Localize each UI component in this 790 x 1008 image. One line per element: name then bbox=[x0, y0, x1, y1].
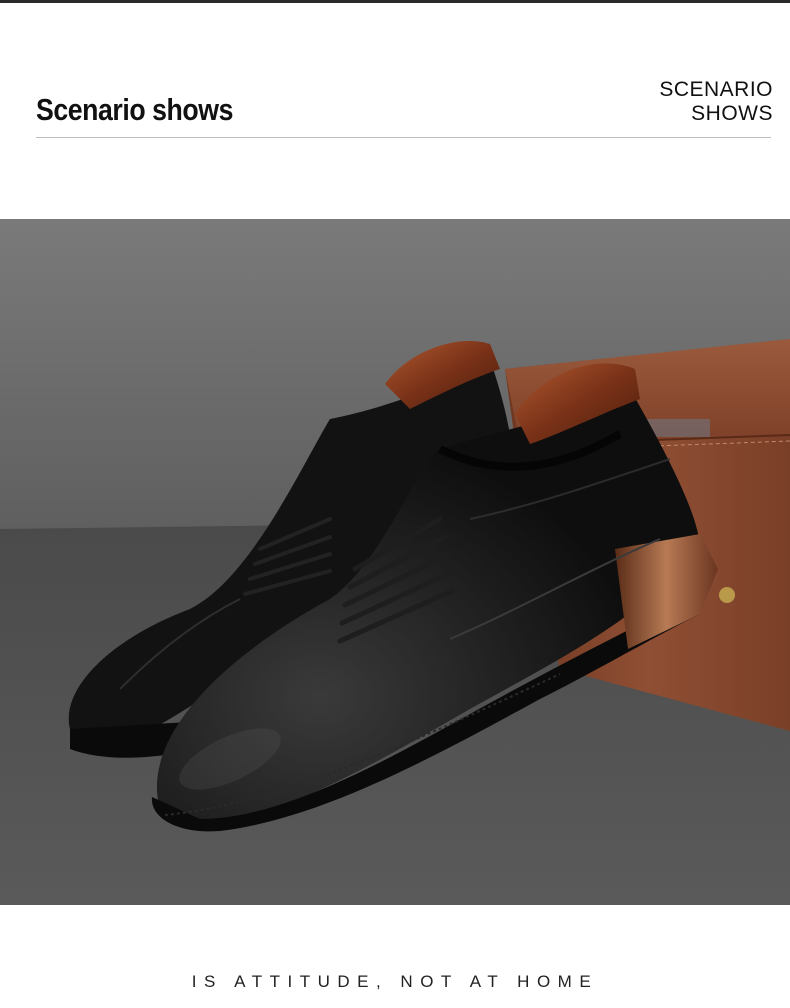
product-photo-illustration bbox=[0, 219, 790, 905]
section-label-line-2: SHOWS bbox=[691, 102, 773, 125]
top-rule bbox=[0, 0, 790, 3]
section-label-line-1: SCENARIO bbox=[659, 78, 773, 101]
tagline: IS ATTITUDE, NOT AT HOME bbox=[191, 972, 599, 991]
section-label: SCENARIO SHOWS bbox=[659, 78, 773, 126]
title-divider bbox=[36, 137, 771, 138]
section-title: Scenario shows bbox=[36, 92, 233, 127]
product-photo bbox=[0, 219, 790, 905]
